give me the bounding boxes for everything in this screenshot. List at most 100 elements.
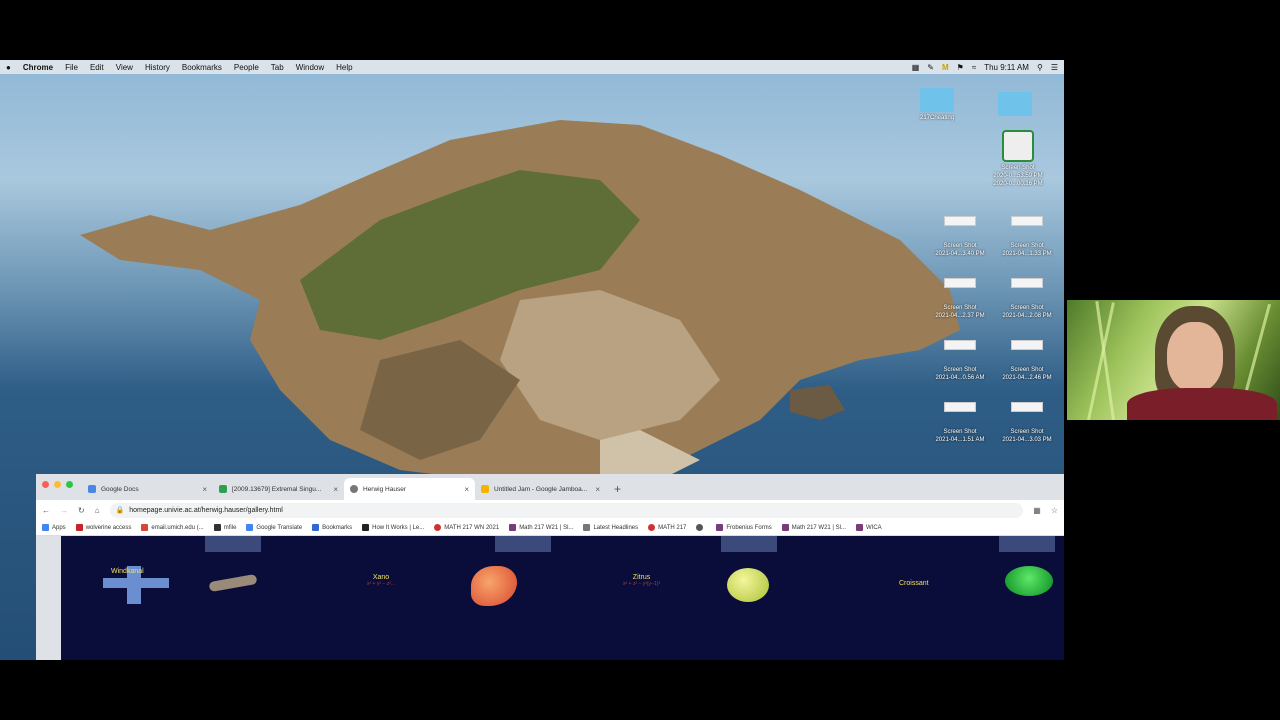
croissant-image[interactable] xyxy=(1005,566,1053,596)
menu-people[interactable]: People xyxy=(234,63,259,72)
bookmark-item[interactable]: Math 217 W21 | Sl... xyxy=(781,524,846,531)
clock-text[interactable]: Thu 9:11 AM xyxy=(984,63,1029,72)
close-tab-icon[interactable]: × xyxy=(595,485,600,494)
close-tab-icon[interactable]: × xyxy=(202,485,207,494)
lock-icon[interactable]: 🔒 xyxy=(116,506,125,514)
bookmark-label: WICA xyxy=(865,524,882,531)
desktop-folder-217cheating[interactable]: 217Cheating xyxy=(902,88,972,122)
apple-menu-icon[interactable]: ● xyxy=(6,63,11,72)
bookmark-favicon-icon xyxy=(696,524,704,531)
zoom-window-button[interactable] xyxy=(66,481,73,488)
keyboard-icon[interactable]: ▦ xyxy=(912,63,920,72)
bookmark-favicon-icon xyxy=(75,524,83,531)
zitrus-image[interactable] xyxy=(727,568,769,602)
bookmark-item[interactable]: MATH 217 xyxy=(648,524,686,531)
menu-history[interactable]: History xyxy=(145,63,170,72)
gallery-label-zitrus[interactable]: Zitrus x² + z² − y³(y−1)³ xyxy=(623,574,660,587)
gallery-thumb-top[interactable] xyxy=(495,536,551,552)
bookmark-item[interactable]: mfile xyxy=(213,524,237,531)
thumbnail-image xyxy=(944,278,976,288)
back-icon[interactable]: ← xyxy=(42,506,50,515)
gallery-label-windkanal[interactable]: Windkanal xyxy=(111,568,144,575)
address-bar[interactable]: 🔒 homepage.univie.ac.at/herwig.hauser/ga… xyxy=(109,502,1024,518)
bookmark-item[interactable]: wolverine access xyxy=(75,524,131,531)
bookmark-item[interactable]: Frobenius Forms xyxy=(716,524,772,531)
menu-edit[interactable]: Edit xyxy=(90,63,104,72)
desktop-screenshot-6[interactable]: Screen Shot 2021-04...2.46 PM xyxy=(992,340,1062,382)
gallery-label-xano[interactable]: Xano x² + y² − z²... xyxy=(367,574,395,587)
bookmark-item[interactable]: email.umich.edu (... xyxy=(141,524,204,531)
gallery-label-croissant[interactable]: Croissant xyxy=(899,580,929,587)
menu-tab[interactable]: Tab xyxy=(271,63,284,72)
tab-jamboard[interactable]: Untitled Jam - Google Jamboa... × xyxy=(475,478,606,500)
bookmark-item[interactable]: Latest Headlines xyxy=(583,524,638,531)
desktop-screenshot-2[interactable]: Screen Shot 2021-04...1.33 PM xyxy=(992,216,1062,258)
bookmark-item[interactable]: Math 217 W21 | Sl... xyxy=(509,524,573,531)
badge-icon xyxy=(1002,130,1034,162)
bookmark-item[interactable]: Google Translate xyxy=(246,524,302,531)
bookmark-apps[interactable]: Apps xyxy=(42,524,66,531)
gallery-formula: x² + y² − z²... xyxy=(367,581,396,587)
globe-icon xyxy=(350,485,358,493)
file-date: 2021-04...0.56 AM xyxy=(935,375,985,381)
desktop-screenshot-8[interactable]: Screen Shot 2021-04...3.03 PM xyxy=(992,402,1062,444)
new-tab-button[interactable]: + xyxy=(606,478,629,500)
pen-icon[interactable]: ✎ xyxy=(927,63,934,72)
file-label: Screen Shot xyxy=(1010,429,1044,435)
file-label: Screen Shot xyxy=(1010,243,1044,249)
windkanal-image[interactable]: Windkanal xyxy=(103,566,169,604)
thumbnail-image xyxy=(1011,340,1043,350)
tab-google-docs[interactable]: Google Docs × xyxy=(82,478,213,500)
thumbnail-image xyxy=(944,216,976,226)
menu-window[interactable]: Window xyxy=(296,63,324,72)
tab-herwig-hauser[interactable]: Herwig Hauser × xyxy=(344,478,475,500)
menu-help[interactable]: Help xyxy=(336,63,352,72)
close-window-button[interactable] xyxy=(42,481,49,488)
desktop-screenshot-top[interactable]: Screen Shot 2020-0...53.59 PM 2020-0...0… xyxy=(983,130,1053,188)
menu-view[interactable]: View xyxy=(116,63,133,72)
gallery-thumb-top[interactable] xyxy=(999,536,1055,552)
bookmark-item[interactable]: Bookmarks xyxy=(312,524,352,531)
file-date: 2021-04...2.37 PM xyxy=(935,313,985,319)
file-date: 2021-04...1.51 AM xyxy=(935,437,985,443)
bookmark-label: How It Works | Le... xyxy=(372,524,425,531)
desktop-screenshot-1[interactable]: Screen Shot 2021-04...3.40 PM xyxy=(925,216,995,258)
close-tab-icon[interactable]: × xyxy=(333,485,338,494)
bookmark-item[interactable]: WICA xyxy=(855,524,882,531)
home-icon[interactable]: ⌂ xyxy=(95,506,100,515)
desktop-folder-2[interactable] xyxy=(980,92,1050,118)
spotlight-search-icon[interactable]: ⚲ xyxy=(1037,63,1043,72)
tube-image[interactable] xyxy=(208,573,258,593)
menu-file[interactable]: File xyxy=(65,63,78,72)
canvas-icon xyxy=(434,524,442,531)
forward-icon[interactable]: → xyxy=(60,506,68,515)
desktop-screenshot-5[interactable]: Screen Shot 2021-04...0.56 AM xyxy=(925,340,995,382)
gallery-thumb-top[interactable] xyxy=(205,536,261,552)
bookmark-item[interactable]: How It Works | Le... xyxy=(362,524,424,531)
close-tab-icon[interactable]: × xyxy=(464,485,469,494)
bookmark-item[interactable] xyxy=(696,524,706,531)
file-label: Screen Shot xyxy=(1010,367,1044,373)
bookmark-star-icon[interactable]: ☆ xyxy=(1051,506,1058,515)
control-center-icon[interactable]: ☰ xyxy=(1051,63,1058,72)
menu-bookmarks[interactable]: Bookmarks xyxy=(182,63,222,72)
arxiv-icon xyxy=(219,485,227,493)
desktop-screenshot-7[interactable]: Screen Shot 2021-04...1.51 AM xyxy=(925,402,995,444)
bookmark-label: email.umich.edu (... xyxy=(151,524,204,531)
bookmarks-bar: Apps wolverine access email.umich.edu (.… xyxy=(36,520,1064,536)
minimize-window-button[interactable] xyxy=(54,481,61,488)
bookmark-favicon-icon xyxy=(213,524,221,531)
michigan-icon[interactable]: M xyxy=(942,63,949,72)
flag-icon[interactable]: ⚑ xyxy=(957,63,964,72)
desktop-screenshot-3[interactable]: Screen Shot 2021-04...2.37 PM xyxy=(925,278,995,320)
desktop-screenshot-4[interactable]: Screen Shot 2021-04...2.08 PM xyxy=(992,278,1062,320)
tab-arxiv[interactable]: [2009.13679] Extremal Singu... × xyxy=(213,478,344,500)
wifi-icon[interactable]: ≈ xyxy=(972,63,976,72)
reload-icon[interactable]: ↻ xyxy=(78,506,85,515)
xano-image[interactable] xyxy=(471,566,517,606)
menu-app-name[interactable]: Chrome xyxy=(23,63,53,72)
bookmark-item[interactable]: MATH 217 WN 2021 xyxy=(434,524,499,531)
extension-icon[interactable]: ▦ xyxy=(1033,506,1041,515)
bookmark-label: mfile xyxy=(223,524,237,531)
gallery-thumb-top[interactable] xyxy=(721,536,777,552)
